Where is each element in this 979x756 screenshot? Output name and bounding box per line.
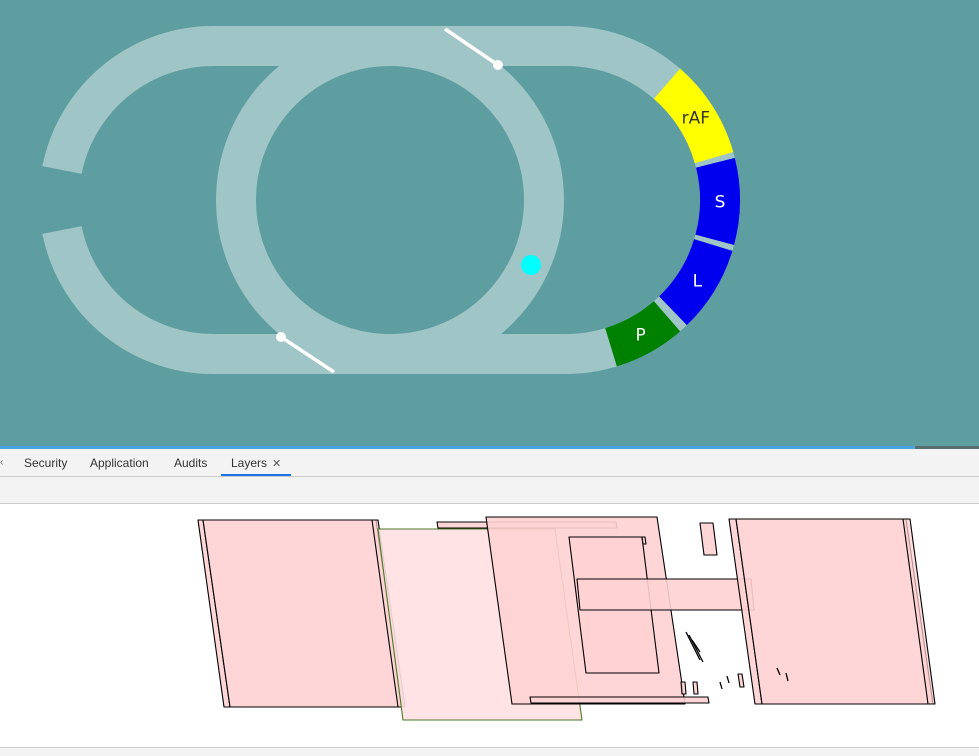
layer-plane: [692, 681, 699, 695]
layer-sliver: [688, 634, 704, 663]
layer-plane: [576, 578, 755, 611]
animation-canvas: rAF S L P: [42, 25, 741, 375]
tab-audits[interactable]: Audits: [174, 449, 207, 476]
layer-sliver: [685, 631, 701, 661]
moving-marker: [521, 255, 541, 275]
tab-security[interactable]: Security: [24, 449, 67, 476]
switch-pivot-bottom: [276, 332, 286, 342]
tab-label: Layers: [231, 456, 268, 470]
page-viewport[interactable]: rAF S L P: [0, 0, 979, 446]
layers-canvas: [197, 516, 936, 721]
layer-plane: [737, 673, 745, 688]
layer-plane: [735, 518, 934, 705]
tab-label: Security: [24, 456, 68, 470]
pipeline-label-p: P: [636, 326, 646, 346]
pipeline-label-s: S: [715, 192, 726, 212]
layer-sliver: [719, 681, 723, 690]
inner-track: [216, 26, 564, 374]
layers-3d-view[interactable]: [0, 504, 979, 747]
layer-plane: [202, 519, 404, 708]
layer-plane: [641, 536, 647, 545]
layer-plane: [680, 681, 687, 695]
layer-sliver: [726, 675, 730, 684]
outer-track: [42, 25, 741, 375]
layer-plane: [529, 696, 710, 704]
layer-plane: [699, 522, 718, 556]
pipeline-label-l: L: [693, 271, 703, 291]
tab-label: Application: [90, 456, 149, 470]
chevron-left-icon[interactable]: ‹: [0, 449, 3, 476]
devtools-tabbar: ‹ Security Application Audits Layers ✕: [0, 449, 979, 477]
layers-toolbar: [0, 477, 979, 504]
tab-label: Audits: [174, 456, 208, 470]
tab-layers[interactable]: Layers ✕: [221, 449, 292, 476]
pipeline-label-raf: rAF: [682, 108, 710, 128]
switch-pivot-top: [493, 60, 503, 70]
close-icon[interactable]: ✕: [272, 458, 281, 470]
tab-application[interactable]: Application: [90, 449, 149, 476]
